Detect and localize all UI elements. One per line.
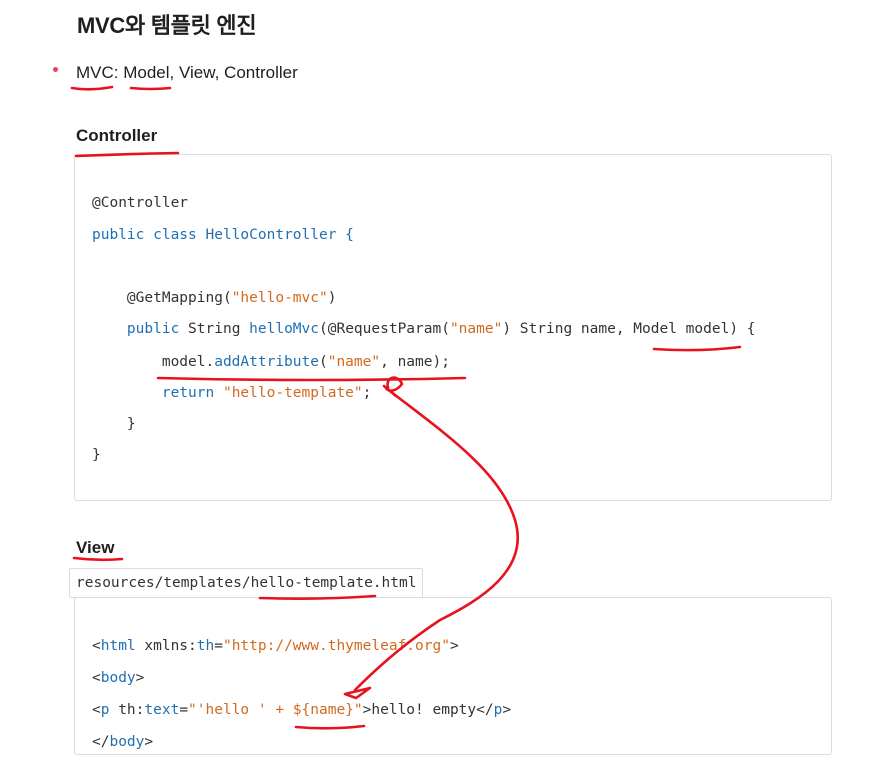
underline-model: [129, 86, 172, 91]
code-line: public String helloMvc(@RequestParam("na…: [92, 321, 756, 337]
code-token: String: [179, 321, 250, 337]
code-token: (@RequestParam(: [319, 321, 450, 337]
code-line: @Controller: [92, 195, 188, 211]
code-token: ;: [362, 385, 372, 401]
bullet-rest: , View, Controller: [169, 63, 298, 82]
code-line: model.addAttribute("name", name);: [92, 354, 450, 370]
code-line: }: [92, 447, 101, 463]
code-token: @GetMapping(: [92, 290, 232, 306]
view-code: <html xmlns:th="http://www.thymeleaf.org…: [92, 0, 511, 750]
view-heading: View: [76, 538, 115, 557]
code-token: "name": [449, 321, 503, 337]
code-line: </body>: [92, 734, 153, 750]
view-code-block: [74, 597, 832, 755]
code-line: }: [92, 416, 136, 432]
code-token: >: [144, 734, 154, 750]
bullet-sep: :: [113, 63, 124, 82]
code-token: text: [144, 702, 180, 718]
code-line: <html xmlns:th="http://www.thymeleaf.org…: [92, 638, 459, 654]
code-token: }: [92, 447, 101, 463]
bullet-dot: [53, 67, 58, 72]
code-token: "hello-template": [222, 385, 363, 401]
code-token: >: [135, 670, 145, 686]
code-token: th:: [109, 702, 145, 718]
code-token: th: [196, 638, 215, 654]
code-token: "'hello ' + ${name}": [188, 702, 363, 718]
code-token: model.: [92, 354, 215, 370]
code-token: >hello! empty</: [362, 702, 494, 718]
code-token: =: [214, 638, 223, 654]
code-token: <: [92, 670, 101, 686]
code-token: "hello-mvc": [231, 290, 328, 306]
code-token: "http://www.thymeleaf.org": [222, 638, 450, 654]
code-token: <: [92, 638, 101, 654]
code-token: xmlns:: [135, 638, 197, 654]
code-token: </: [92, 734, 110, 750]
code-token: html: [100, 638, 136, 654]
code-token: >: [502, 702, 512, 718]
code-line: return "hello-template";: [92, 385, 372, 401]
code-line: @GetMapping("hello-mvc"): [92, 290, 337, 306]
code-line: <p th:text="'hello ' + ${name}">hello! e…: [92, 702, 511, 718]
code-token: >: [449, 638, 459, 654]
code-token: =: [179, 702, 189, 718]
bullet-model-word: Model: [123, 63, 170, 82]
code-token: ) String name, Model model) {: [502, 321, 756, 337]
code-line: <body>: [92, 670, 144, 686]
code-token: public: [126, 321, 180, 337]
controller-heading: Controller: [76, 126, 158, 145]
code-token: return: [161, 385, 215, 401]
code-token: , name);: [380, 354, 450, 370]
code-token: HelloController {: [196, 227, 354, 243]
code-token: body: [100, 670, 136, 686]
code-token: "name": [327, 354, 381, 370]
code-line: public class HelloController {: [92, 227, 354, 243]
code-token: <: [92, 702, 101, 718]
code-token: }: [92, 416, 136, 432]
code-token: @Controller: [92, 195, 189, 211]
code-token: body: [109, 734, 145, 750]
view-file-path: resources/templates/hello-template.html: [69, 568, 424, 598]
code-token: (: [318, 354, 328, 370]
code-token: addAttribute: [214, 354, 319, 370]
code-token: helloMvc: [249, 321, 319, 337]
underline-view: [72, 556, 124, 562]
code-token: ): [327, 290, 337, 306]
code-token: public class: [92, 227, 197, 243]
